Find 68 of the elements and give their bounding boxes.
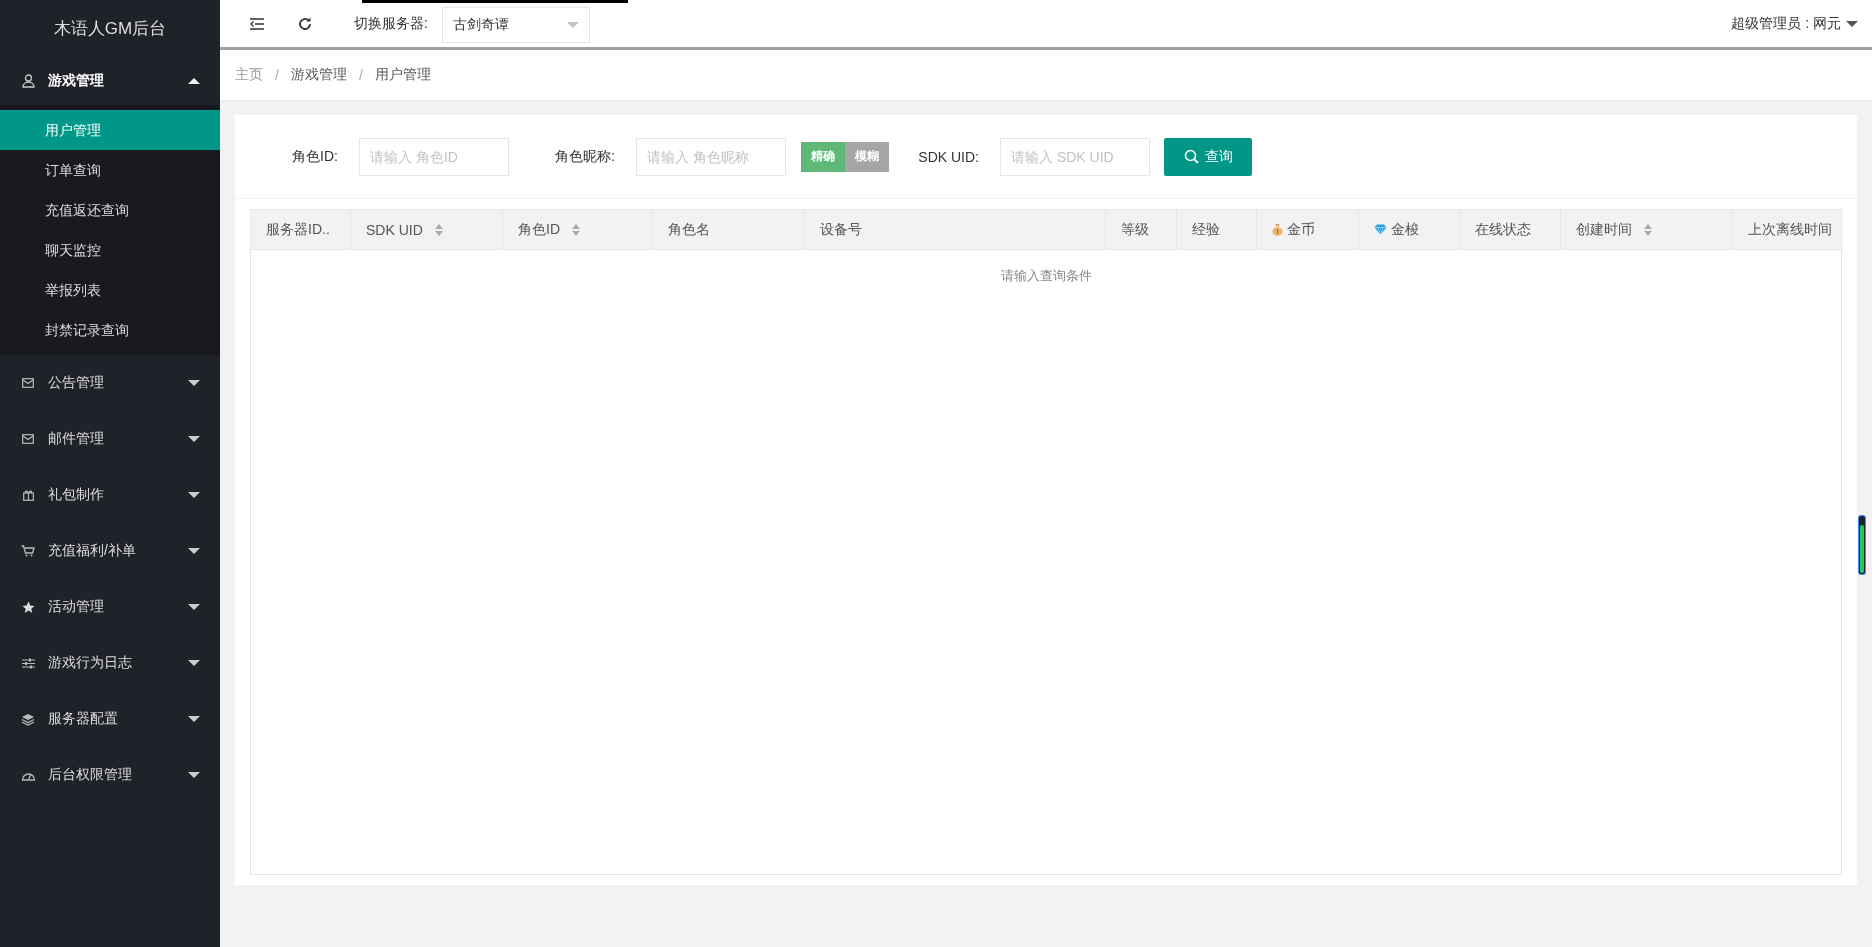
nickname-field[interactable]: 请输入 角色昵称 xyxy=(636,137,786,176)
field-label: SDK UID: xyxy=(917,148,979,165)
user-menu[interactable]: 超级管理员 : 网元 xyxy=(1731,14,1858,33)
money-bag-icon xyxy=(1272,223,1283,236)
menu-group[interactable]: 礼包制作 xyxy=(0,467,220,523)
star-icon xyxy=(21,600,35,614)
column-header: 角色名 xyxy=(653,210,805,249)
breadcrumb-separator: / xyxy=(358,67,363,83)
menu-item[interactable]: 用户管理 xyxy=(0,110,220,150)
menu-item[interactable]: 聊天监控 xyxy=(0,230,220,270)
search-icon xyxy=(1183,149,1199,164)
search-button[interactable]: 查询 xyxy=(1164,137,1252,176)
menu-group[interactable]: 游戏行为日志 xyxy=(0,635,220,691)
refresh-icon[interactable] xyxy=(298,16,312,31)
caret-icon xyxy=(188,604,200,610)
breadcrumb-separator: / xyxy=(275,67,279,83)
field-label: 角色昵称: xyxy=(554,147,615,166)
breadcrumb-link[interactable]: 游戏管理 xyxy=(290,66,347,84)
sdk-uid-field[interactable]: 请输入 SDK UID xyxy=(1000,137,1150,176)
menu-group[interactable]: 游戏管理 xyxy=(0,57,220,105)
floating-handle[interactable] xyxy=(1858,515,1866,575)
field-label: 角色ID: xyxy=(291,147,338,166)
column-header: 经验 xyxy=(1177,210,1257,249)
caret-icon xyxy=(1846,20,1858,27)
column-header[interactable]: 服务器ID.. xyxy=(251,210,351,249)
empty-message: 请输入查询条件 xyxy=(999,267,1093,285)
caret-icon xyxy=(188,660,200,666)
column-header: 金梭 xyxy=(1359,210,1460,249)
diamond-icon xyxy=(1374,224,1387,235)
menu-group[interactable]: 充值福利/补单 xyxy=(0,523,220,579)
cart-icon xyxy=(21,545,35,557)
caret-icon xyxy=(188,492,200,498)
column-header[interactable]: 角色ID xyxy=(503,210,653,249)
column-header: 等级 xyxy=(1106,210,1177,249)
column-header: 设备号 xyxy=(805,210,1106,249)
menu-group[interactable]: 邮件管理 xyxy=(0,411,220,467)
caret-icon xyxy=(188,772,200,778)
menu-group[interactable]: 后台权限管理 xyxy=(0,747,220,803)
menu-group[interactable]: 公告管理 xyxy=(0,355,220,411)
server-select[interactable]: 古剑奇谭 xyxy=(441,7,590,43)
breadcrumb-link[interactable]: 用户管理 xyxy=(374,66,431,84)
column-header: 在线状态 xyxy=(1460,210,1561,249)
menu-item[interactable]: 举报列表 xyxy=(0,270,220,310)
layers-icon xyxy=(21,712,35,726)
menu-item[interactable]: 订单查询 xyxy=(0,150,220,190)
menu-group[interactable]: 活动管理 xyxy=(0,579,220,635)
user-icon xyxy=(21,74,35,88)
role-id-field[interactable]: 请输入 角色ID xyxy=(359,137,509,176)
column-header[interactable]: 创建时间 xyxy=(1561,210,1733,249)
caret-icon xyxy=(188,548,200,554)
menu-collapse-icon[interactable] xyxy=(250,17,264,30)
gift-icon xyxy=(22,489,34,501)
column-header: 上次离线时间 xyxy=(1747,219,1833,239)
app-title: 木语人GM后台 xyxy=(52,18,168,40)
sliders-icon xyxy=(21,657,35,669)
caret-icon xyxy=(566,22,579,28)
menu-item[interactable]: 充值返还查询 xyxy=(0,190,220,230)
caret-icon xyxy=(188,436,200,442)
caret-icon xyxy=(188,716,200,722)
column-header[interactable]: SDK UID xyxy=(351,210,503,249)
envelope-icon xyxy=(22,434,34,444)
caret-icon xyxy=(188,78,200,84)
caret-icon xyxy=(188,380,200,386)
column-header: 金币 xyxy=(1257,210,1359,249)
server-label: 切换服务器: xyxy=(354,14,428,33)
menu-group[interactable]: 服务器配置 xyxy=(0,691,220,747)
menu-item[interactable]: 封禁记录查询 xyxy=(0,310,220,350)
envelope-icon xyxy=(22,378,34,388)
